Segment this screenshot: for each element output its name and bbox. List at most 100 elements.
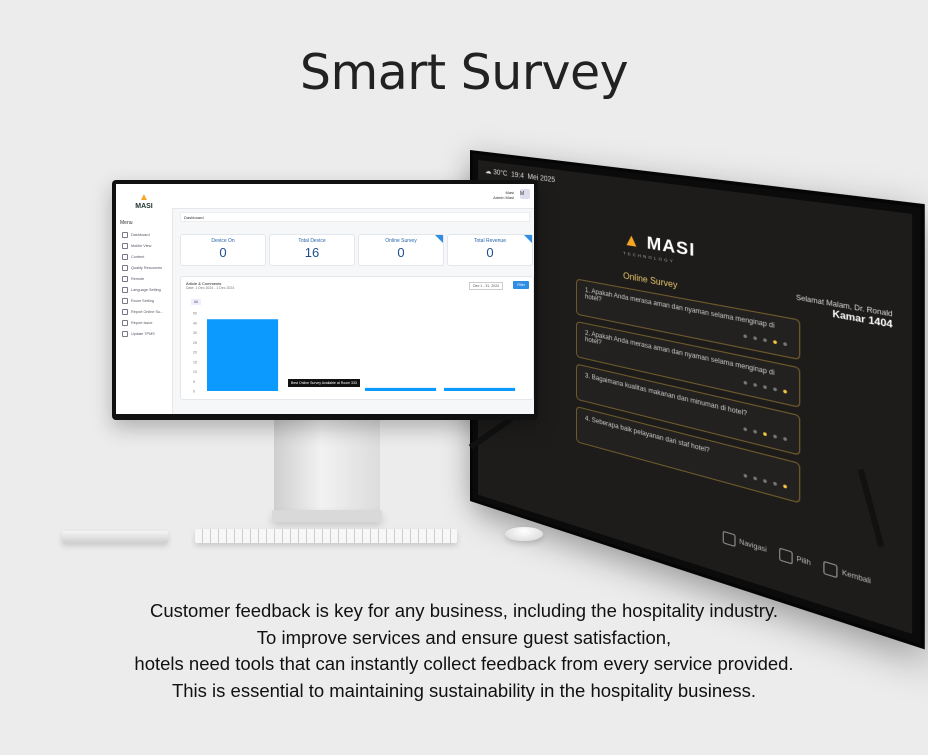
stat-card-device-on: Device On 0: [180, 234, 266, 266]
sidebar-item-report-issue[interactable]: Report Issue: [116, 318, 172, 329]
nav-label: Kembali: [841, 570, 871, 587]
menu-label: Menu: [120, 220, 133, 226]
y-tick-label: 10: [193, 370, 197, 374]
dashboard-screen: ▲ MASI Menu Dashboard Mobile View Conten…: [116, 184, 534, 414]
tv-screen: ☁ 30°C 19:4 Mei 2025 ▲ MASI TECHNOLOGY O…: [477, 159, 913, 634]
update-icon: [122, 331, 128, 337]
sidebar-brand: MASI: [135, 203, 153, 210]
desktop-monitor: ▲ MASI Menu Dashboard Mobile View Conten…: [112, 180, 538, 420]
stat-label: Total Device: [298, 238, 326, 244]
stat-card-total-device: Total Device 16: [269, 234, 355, 266]
sidebar-item-report-online-survey[interactable]: Report Online Su...: [116, 307, 172, 318]
sidebar-item-label: Room Setting: [131, 299, 155, 303]
dashboard-icon: [122, 232, 128, 238]
stat-value: 0: [397, 245, 405, 260]
tv-frame: ☁ 30°C 19:4 Mei 2025 ▲ MASI TECHNOLOGY O…: [470, 150, 925, 650]
y-tick-label: 15: [193, 360, 197, 364]
sidebar-item-label: Update TPMS: [131, 332, 155, 336]
description-line: hotels need tools that can instantly col…: [134, 653, 794, 674]
stat-card-total-revenue[interactable]: Total Revenue 0: [447, 234, 533, 266]
chart-bar[interactable]: [365, 387, 437, 391]
sidebar-item-language-setting[interactable]: Language Setting: [116, 285, 172, 296]
ok-button-icon: [779, 547, 793, 565]
sidebar-item-mobile-view[interactable]: Mobile View: [116, 241, 172, 252]
y-tick-label: 50: [193, 312, 197, 316]
user-menu[interactable]: Masi Admin Masi M: [493, 189, 530, 200]
sidebar-item-label: Report Issue: [131, 321, 153, 325]
room-icon: [122, 298, 128, 304]
description: Customer feedback is key for any busines…: [0, 598, 928, 704]
tv-time: 19:4: [511, 171, 524, 181]
mouse: [505, 527, 543, 541]
mobile-icon: [122, 243, 128, 249]
back-icon: [823, 560, 839, 579]
description-line: To improve services and ensure guest sat…: [256, 626, 672, 648]
rating-icons[interactable]: ● ● ● ● ●: [743, 425, 789, 445]
headline: Smart Survey: [299, 44, 629, 101]
masi-logo-icon: ▲: [623, 230, 641, 252]
y-tick-label: 30: [193, 331, 197, 335]
sidebar-item-label: Quality Resources: [131, 266, 163, 270]
tv-nav-navigate: Navigasi: [722, 530, 767, 557]
stat-value: 0: [486, 245, 494, 260]
corner-badge-icon: [435, 235, 443, 243]
stat-label: Online Survey: [385, 238, 417, 244]
sidebar-item-label: Mobile View: [131, 244, 152, 248]
sidebar-item-room-setting[interactable]: Room Setting: [116, 296, 172, 307]
dpad-icon: [722, 530, 736, 548]
sidebar-item-label: Report Online Su...: [131, 310, 164, 314]
content-icon: [122, 254, 128, 260]
keyboard: [195, 529, 457, 543]
sidebar-item-dashboard[interactable]: Dashboard: [116, 230, 172, 241]
breadcrumb: Dashboard: [180, 212, 530, 222]
stat-card-online-survey[interactable]: Online Survey 0: [358, 234, 444, 266]
stat-label: Device On: [211, 238, 235, 244]
globe-icon: [122, 287, 128, 293]
rating-icons[interactable]: ● ● ● ● ●: [743, 332, 789, 349]
sidebar-item-update-tpms[interactable]: Update TPMS: [116, 329, 172, 340]
y-tick-label: 20: [193, 351, 197, 355]
chart-bar[interactable]: [444, 387, 516, 391]
trackpad: [62, 531, 168, 543]
sidebar: ▲ MASI Menu Dashboard Mobile View Conten…: [116, 184, 173, 414]
sidebar-item-label: Remote: [131, 277, 145, 281]
tv-guest-info: Selamat Malam, Dr. Ronald Kamar 1404: [796, 295, 893, 330]
chart-bar[interactable]: [207, 319, 279, 391]
avatar: M: [520, 189, 530, 199]
nav-label: Navigasi: [739, 539, 767, 555]
issue-icon: [122, 320, 128, 326]
resources-icon: [122, 265, 128, 271]
sidebar-logo: ▲ MASI: [124, 192, 164, 210]
tv-remote-hints: Navigasi Pilih Kembali: [722, 530, 871, 589]
weather-icon: ☁: [485, 167, 492, 176]
chart-tooltip: Best Online Survey Available at Room 333: [288, 379, 360, 387]
description-line: Customer feedback is key for any busines…: [150, 600, 778, 621]
report-icon: [122, 309, 128, 315]
monitor-stand: [274, 418, 380, 514]
tv-nav-select: Pilih: [779, 547, 811, 570]
rating-icons[interactable]: ● ● ● ● ●: [743, 379, 789, 397]
y-tick-label: 40: [193, 321, 197, 325]
tv-nav-back: Kembali: [823, 560, 871, 589]
description-line: This is essential to maintaining sustain…: [171, 679, 757, 701]
topbar: Masi Admin Masi M: [172, 184, 534, 209]
monitor-stand-base: [272, 510, 382, 522]
tv-survey-title: Online Survey: [623, 270, 678, 291]
masi-logo-icon: ▲: [139, 192, 149, 203]
y-tick-label: 25: [193, 341, 197, 345]
sidebar-item-label: Content: [131, 255, 145, 259]
sidebar-item-content[interactable]: Content: [116, 252, 172, 263]
stat-label: Total Revenue: [474, 238, 506, 244]
stat-value: 0: [219, 245, 227, 260]
rating-icons[interactable]: ● ● ● ● ●: [743, 472, 789, 493]
tv-brand-logo: ▲ MASI TECHNOLOGY: [623, 230, 695, 267]
sidebar-item-label: Dashboard: [131, 233, 150, 237]
sidebar-item-remote[interactable]: Remote: [116, 274, 172, 285]
y-tick-label: 0: [193, 390, 195, 394]
remote-icon: [122, 276, 128, 282]
y-tick-label: 5: [193, 380, 195, 384]
sidebar-item-label: Language Setting: [131, 288, 161, 292]
user-role: Admin Masi: [493, 195, 514, 200]
sidebar-item-quality-resources[interactable]: Quality Resources: [116, 263, 172, 274]
page: Smart Survey ☁ 30°C 19:4 Mei 2025 ▲ MASI…: [0, 0, 928, 755]
